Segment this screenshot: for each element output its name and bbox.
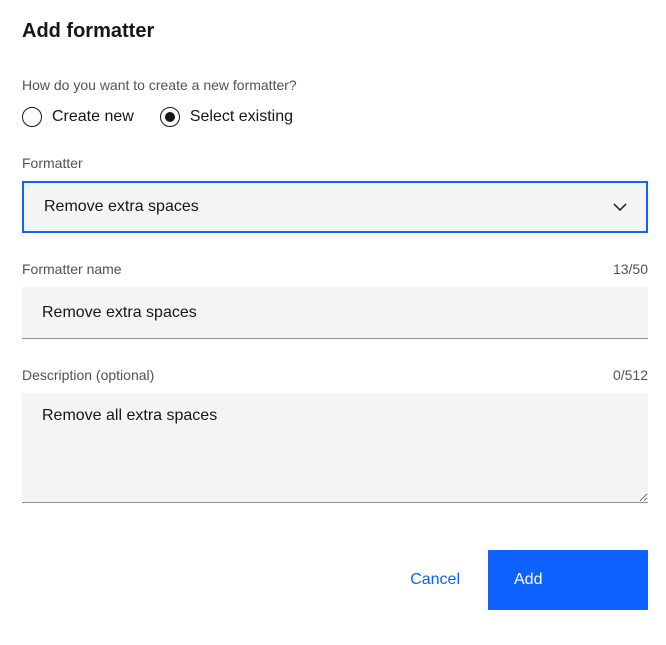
description-label: Description (optional) [22,367,154,383]
dialog-title: Add formatter [22,20,648,43]
radio-select-existing-label: Select existing [190,108,293,126]
radio-create-new[interactable]: Create new [22,107,134,127]
formatter-select-value: Remove extra spaces [44,198,199,216]
formatter-name-counter: 13/50 [613,261,648,277]
create-method-radio-group: Create new Select existing [22,107,648,127]
radio-create-new-label: Create new [52,108,134,126]
radio-icon [160,107,180,127]
radio-select-existing[interactable]: Select existing [160,107,293,127]
cancel-button[interactable]: Cancel [390,550,488,610]
formatter-label: Formatter [22,155,648,171]
radio-icon [22,107,42,127]
formatter-name-label: Formatter name [22,261,122,277]
formatter-name-input[interactable] [22,287,648,339]
description-counter: 0/512 [613,367,648,383]
create-method-question: How do you want to create a new formatte… [22,77,648,93]
description-textarea[interactable] [22,393,648,503]
dialog-footer: Cancel Add [22,550,648,610]
chevron-down-icon [612,199,628,215]
formatter-select[interactable]: Remove extra spaces [22,181,648,233]
add-button[interactable]: Add [488,550,648,610]
